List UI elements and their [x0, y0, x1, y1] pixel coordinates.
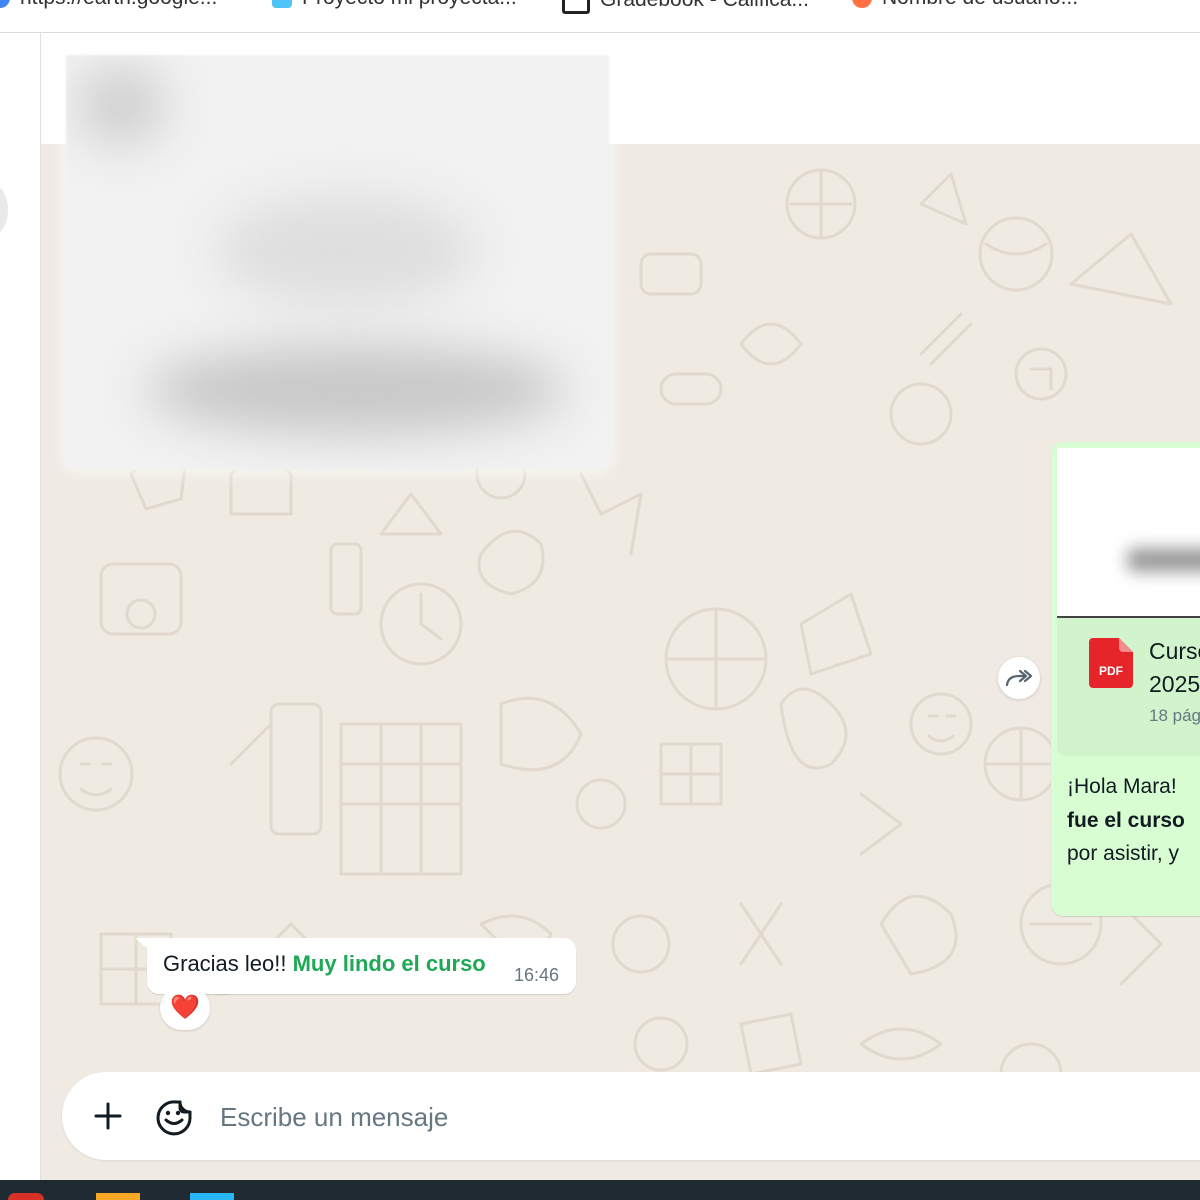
document-title: Curso	[1149, 638, 1200, 664]
flame-icon	[852, 0, 872, 8]
incoming-message[interactable]: Gracias leo!! Muy lindo el curso 16:46	[147, 938, 576, 994]
bookmark-label: Gradebook - Califica...	[600, 0, 809, 12]
bookmark-label: https://earth.google...	[20, 0, 217, 10]
document-preview[interactable]	[1057, 448, 1200, 618]
globe-icon	[0, 0, 10, 8]
outgoing-message-line: por asistir, y	[1067, 842, 1180, 865]
bookmark-label: Proyecto mi proyecta...	[302, 0, 517, 10]
bookmark-earth[interactable]: https://earth.google...	[0, 0, 217, 10]
blurred-avatar	[76, 65, 166, 145]
sticker-icon	[156, 1100, 192, 1136]
bookmark-usuario[interactable]: Nombre de usuario...	[852, 0, 1078, 10]
blurred-content	[146, 345, 566, 435]
heart-reaction[interactable]: ❤️	[160, 986, 210, 1030]
taskbar-app-icon[interactable]	[8, 1193, 44, 1200]
gradebook-icon	[562, 0, 590, 14]
outgoing-message-line-bold: fue el curso	[1067, 809, 1185, 832]
blurred-preview-text	[1127, 548, 1200, 572]
pdf-label: PDF	[1099, 664, 1123, 678]
forward-button[interactable]	[998, 657, 1040, 699]
app-side-rail	[0, 33, 41, 1180]
sticker-button[interactable]	[154, 1096, 194, 1136]
incoming-message-highlight: Muy lindo el curso	[292, 951, 486, 976]
bookmarks-bar: https://earth.google... Proyecto mi proy…	[0, 0, 1200, 33]
incoming-message-text: Gracias leo!! Muy lindo el curso	[163, 951, 486, 977]
pdf-file-icon: PDF	[1089, 638, 1133, 688]
message-timestamp: 16:46	[514, 965, 560, 985]
bookmark-proyecto[interactable]: Proyecto mi proyecta...	[272, 0, 517, 10]
bookmark-gradebook[interactable]: Gradebook - Califica...	[562, 0, 809, 14]
outgoing-document-message[interactable]: PDF Curso 2025 18 pág ¡Hola Mara! fue el…	[1051, 442, 1200, 916]
bookmark-label: Nombre de usuario...	[882, 0, 1078, 10]
forward-icon	[1005, 669, 1033, 687]
blurred-contact-card	[66, 55, 609, 470]
blurred-content	[216, 195, 476, 305]
os-taskbar	[0, 1180, 1200, 1200]
incoming-message-plain: Gracias leo!!	[163, 951, 293, 976]
cloud-icon	[272, 0, 292, 8]
taskbar-app-icon[interactable]	[190, 1193, 234, 1200]
attach-button[interactable]	[88, 1096, 128, 1136]
message-composer	[62, 1072, 1200, 1160]
document-page-count: 18 pág	[1149, 706, 1200, 725]
rail-avatar[interactable]	[0, 185, 8, 235]
taskbar-app-icon[interactable]	[96, 1193, 140, 1200]
plus-icon	[94, 1102, 122, 1130]
outgoing-message-line: ¡Hola Mara!	[1067, 775, 1177, 798]
document-title-continued: 2025	[1149, 671, 1200, 697]
message-input[interactable]	[218, 1094, 1122, 1140]
document-info[interactable]: PDF Curso 2025 18 pág	[1057, 618, 1200, 756]
